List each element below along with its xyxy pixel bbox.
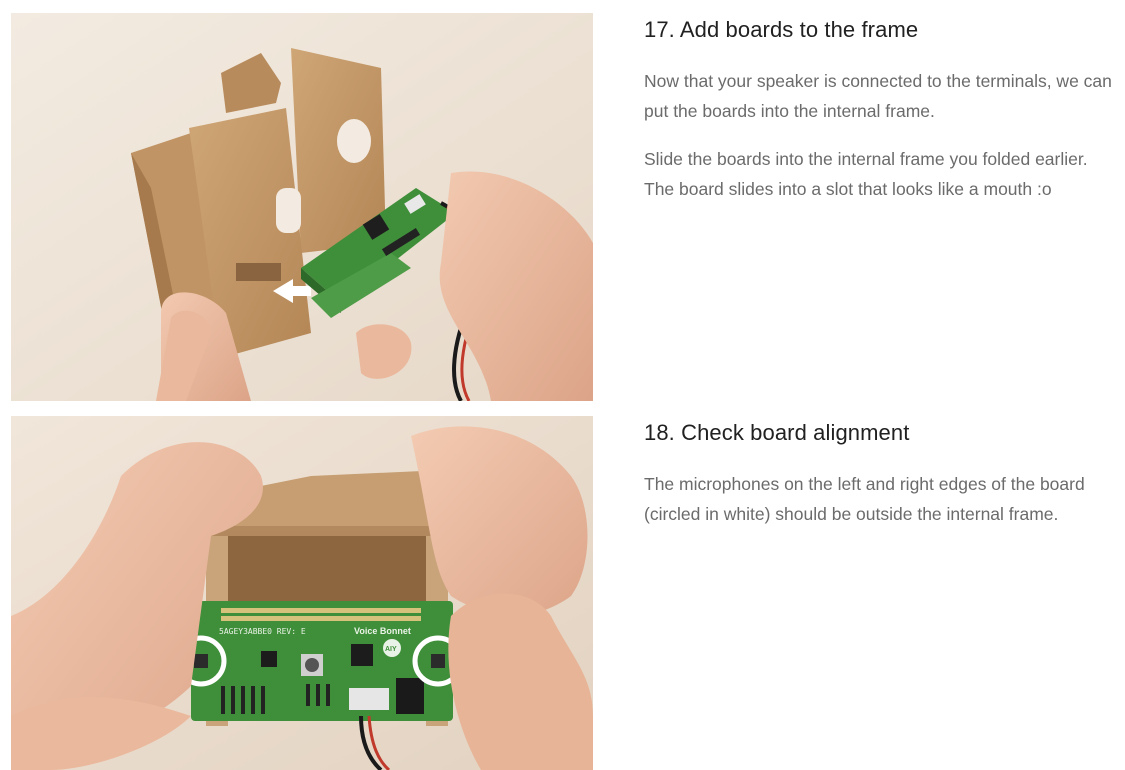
step-17-text: 17. Add boards to the frame Now that you… xyxy=(644,16,1122,222)
step-17-photo xyxy=(11,13,593,401)
step-18-photo: 5AGEY3ABBE0 REV: E Voice Bonnet AIY xyxy=(11,416,593,770)
step-18-title: 18. Check board alignment xyxy=(644,420,910,445)
step-18-photo-illustration: 5AGEY3ABBE0 REV: E Voice Bonnet AIY xyxy=(11,416,593,770)
step-18-paragraph-1: The microphones on the left and right ed… xyxy=(644,474,1085,524)
step-17-photo-illustration xyxy=(11,13,593,401)
step-18-text: 18. Check board alignment The microphone… xyxy=(644,419,1122,547)
step-17-title: 17. Add boards to the frame xyxy=(644,17,919,42)
step-18: 5AGEY3ABBE0 REV: E Voice Bonnet AIY 18. … xyxy=(0,403,1125,770)
step-17-paragraph-1: Now that your speaker is connected to th… xyxy=(644,71,1112,121)
board-brand: Voice Bonnet xyxy=(354,626,411,636)
board-badge: AIY xyxy=(385,646,397,653)
board-serial: 5AGEY3ABBE0 REV: E xyxy=(219,627,306,636)
step-17: 17. Add boards to the frame Now that you… xyxy=(0,0,1125,403)
step-17-paragraph-2: Slide the boards into the internal frame… xyxy=(644,149,1088,199)
